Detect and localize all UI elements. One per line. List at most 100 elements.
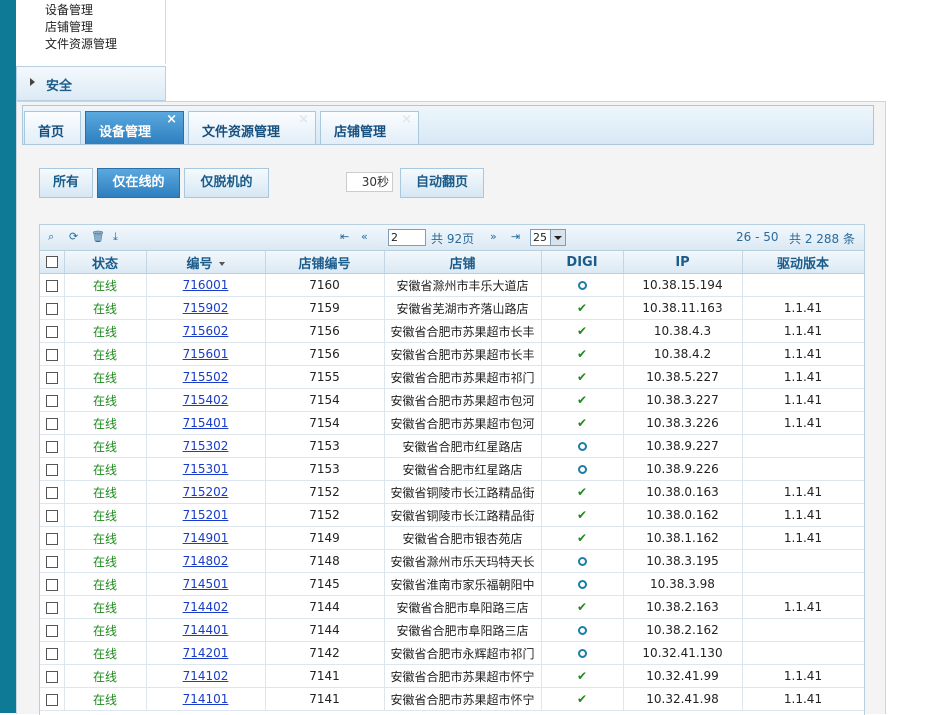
row-checkbox[interactable]	[45, 463, 58, 476]
row-checkbox[interactable]	[45, 279, 58, 292]
side-menu-item-store[interactable]: 店铺管理	[45, 18, 93, 35]
device-id-link[interactable]: 714402	[183, 600, 229, 614]
device-id-link[interactable]: 715602	[183, 324, 229, 338]
page-size-select[interactable]: 25	[530, 229, 566, 246]
close-icon[interactable]: ×	[401, 113, 412, 127]
row-checkbox-cell[interactable]	[40, 273, 65, 297]
row-checkbox-cell[interactable]	[40, 641, 65, 665]
row-checkbox[interactable]	[45, 417, 58, 430]
table-row[interactable]: 在线 715502 7155 安徽省合肥市苏果超市祁门 ✔ 10.38.5.227 1.1.…	[40, 365, 864, 389]
row-checkbox-cell[interactable]	[40, 503, 65, 527]
row-checkbox[interactable]	[45, 486, 58, 499]
table-row[interactable]: 在线 715302 7153 安徽省合肥市红星路店 10.38.9.227	[40, 434, 864, 458]
device-id-link[interactable]: 714201	[183, 646, 229, 660]
auto-page-interval-input[interactable]: 30秒	[346, 172, 393, 192]
row-checkbox[interactable]	[45, 578, 58, 591]
device-id-link[interactable]: 714101	[183, 692, 229, 706]
row-checkbox-cell[interactable]	[40, 342, 65, 366]
prev-page-icon[interactable]: «	[361, 230, 368, 243]
table-row[interactable]: 在线 715202 7152 安徽省铜陵市长江路精品街 ✔ 10.38.0.163 1.1.…	[40, 480, 864, 504]
row-checkbox[interactable]	[45, 302, 58, 315]
row-checkbox[interactable]	[45, 371, 58, 384]
row-checkbox-cell[interactable]	[40, 411, 65, 435]
device-id-link[interactable]: 715402	[183, 393, 229, 407]
table-row[interactable]: 在线 715401 7154 安徽省合肥市苏果超市包河 ✔ 10.38.3.226 1.1.…	[40, 411, 864, 435]
page-number-input[interactable]: 2	[388, 229, 426, 246]
row-checkbox-cell[interactable]	[40, 365, 65, 389]
row-checkbox[interactable]	[45, 555, 58, 568]
col-header-id[interactable]: 编号	[146, 251, 266, 274]
security-section-header[interactable]: 安全	[16, 66, 166, 101]
table-row[interactable]: 在线 714501 7145 安徽省淮南市家乐福朝阳中 10.38.3.98	[40, 572, 864, 596]
table-row[interactable]: 在线 715201 7152 安徽省铜陵市长江路精品街 ✔ 10.38.0.162 1.1.…	[40, 503, 864, 527]
select-all-checkbox-cell[interactable]	[40, 251, 65, 274]
row-checkbox[interactable]	[45, 440, 58, 453]
close-icon[interactable]: ×	[298, 113, 309, 127]
tab-store-management[interactable]: 店铺管理 ×	[320, 111, 419, 144]
col-header-driver[interactable]: 驱动版本	[742, 251, 864, 274]
row-checkbox-cell[interactable]	[40, 687, 65, 711]
row-checkbox-cell[interactable]	[40, 388, 65, 412]
table-row[interactable]: 在线 714201 7142 安徽省合肥市永辉超市祁门 10.32.41.130	[40, 641, 864, 665]
col-header-status[interactable]: 状态	[64, 251, 147, 274]
device-id-link[interactable]: 714501	[183, 577, 229, 591]
filter-all-button[interactable]: 所有	[39, 168, 93, 198]
col-header-store-no[interactable]: 店铺编号	[265, 251, 385, 274]
select-all-checkbox[interactable]	[45, 256, 58, 268]
table-row[interactable]: 在线 714101 7141 安徽省合肥市苏果超市怀宁 ✔ 10.32.41.98 1.1.…	[40, 687, 864, 711]
row-checkbox-cell[interactable]	[40, 572, 65, 596]
row-checkbox-cell[interactable]	[40, 457, 65, 481]
device-id-link[interactable]: 715301	[183, 462, 229, 476]
refresh-icon[interactable]: ⟳	[69, 230, 78, 243]
device-id-link[interactable]: 715902	[183, 301, 229, 315]
device-id-link[interactable]: 715201	[183, 508, 229, 522]
table-row[interactable]: 在线 715601 7156 安徽省合肥市苏果超市长丰 ✔ 10.38.4.2 1.1.41	[40, 342, 864, 366]
device-id-link[interactable]: 714802	[183, 554, 229, 568]
tab-home[interactable]: 首页	[24, 111, 81, 144]
filter-offline-button[interactable]: 仅脱机的	[184, 168, 269, 198]
row-checkbox[interactable]	[45, 325, 58, 338]
device-id-link[interactable]: 716001	[183, 278, 229, 292]
next-page-icon[interactable]: »	[490, 230, 497, 243]
first-page-icon[interactable]: ⇤	[340, 230, 349, 243]
device-id-link[interactable]: 714102	[183, 669, 229, 683]
row-checkbox[interactable]	[45, 348, 58, 361]
table-row[interactable]: 在线 714802 7148 安徽省滁州市乐天玛特天长 10.38.3.195	[40, 549, 864, 573]
last-page-icon[interactable]: ⇥	[511, 230, 520, 243]
device-id-link[interactable]: 715601	[183, 347, 229, 361]
delete-icon[interactable]: 🗑	[91, 230, 105, 243]
row-checkbox-cell[interactable]	[40, 434, 65, 458]
side-menu-item-files[interactable]: 文件资源管理	[45, 35, 117, 52]
filter-online-button[interactable]: 仅在线的	[97, 168, 180, 198]
row-checkbox-cell[interactable]	[40, 480, 65, 504]
row-checkbox-cell[interactable]	[40, 526, 65, 550]
row-checkbox[interactable]	[45, 394, 58, 407]
table-row[interactable]: 在线 715301 7153 安徽省合肥市红星路店 10.38.9.226	[40, 457, 864, 481]
row-checkbox[interactable]	[45, 509, 58, 522]
table-row[interactable]: 在线 715402 7154 安徽省合肥市苏果超市包河 ✔ 10.38.3.227 1.1.…	[40, 388, 864, 412]
auto-page-button[interactable]: 自动翻页	[400, 168, 484, 198]
table-row[interactable]: 在线 714901 7149 安徽省合肥市银杏苑店 ✔ 10.38.1.162 1.1.41	[40, 526, 864, 550]
export-icon[interactable]: ⤓	[113, 230, 118, 244]
tab-file-resources[interactable]: 文件资源管理 ×	[188, 111, 316, 144]
row-checkbox[interactable]	[45, 532, 58, 545]
search-icon[interactable]: ⌕	[48, 230, 54, 244]
col-header-store[interactable]: 店铺	[384, 251, 542, 274]
col-header-digi[interactable]: DIGI	[541, 251, 624, 274]
table-row[interactable]: 在线 714401 7144 安徽省合肥市阜阳路三店 10.38.2.162	[40, 618, 864, 642]
device-id-link[interactable]: 715401	[183, 416, 229, 430]
device-id-link[interactable]: 715302	[183, 439, 229, 453]
col-header-ip[interactable]: IP	[623, 251, 743, 274]
device-id-link[interactable]: 714901	[183, 531, 229, 545]
close-icon[interactable]: ×	[166, 113, 177, 127]
device-id-link[interactable]: 715202	[183, 485, 229, 499]
row-checkbox-cell[interactable]	[40, 595, 65, 619]
row-checkbox-cell[interactable]	[40, 296, 65, 320]
table-row[interactable]: 在线 715902 7159 安徽省芜湖市齐落山路店 ✔ 10.38.11.163 1.1.…	[40, 296, 864, 320]
tab-device-management[interactable]: 设备管理 ×	[85, 111, 184, 144]
row-checkbox[interactable]	[45, 670, 58, 683]
table-row[interactable]: 在线 714402 7144 安徽省合肥市阜阳路三店 ✔ 10.38.2.163 1.1.4…	[40, 595, 864, 619]
table-row[interactable]: 在线 714102 7141 安徽省合肥市苏果超市怀宁 ✔ 10.32.41.99 1.1.…	[40, 664, 864, 688]
row-checkbox[interactable]	[45, 624, 58, 637]
row-checkbox[interactable]	[45, 601, 58, 614]
